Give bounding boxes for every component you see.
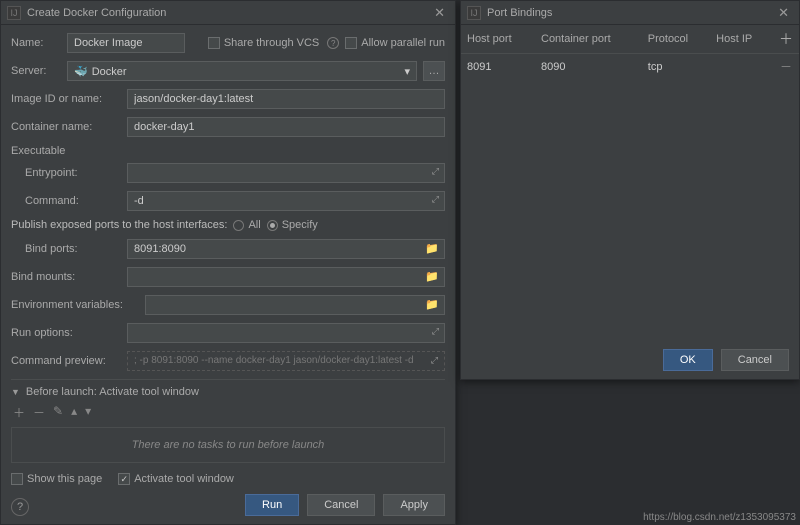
server-label: Server: <box>11 65 61 77</box>
command-label: Command: <box>25 195 121 207</box>
col-protocol[interactable]: Protocol <box>642 25 710 54</box>
delete-row-button[interactable]: － <box>780 60 792 74</box>
titlebar: IJ Port Bindings ✕ <box>461 1 799 25</box>
before-launch-toolbar: ＋ － ✎ ▴ ▾ <box>11 404 445 421</box>
allow-parallel-checkbox[interactable]: Allow parallel run <box>345 37 445 49</box>
add-task-button[interactable]: ＋ <box>13 404 25 421</box>
folder-icon[interactable]: 📁 <box>425 242 439 255</box>
apply-button[interactable]: Apply <box>383 494 445 516</box>
edit-task-button[interactable]: ✎ <box>53 404 63 421</box>
remove-task-button[interactable]: － <box>33 404 45 421</box>
env-vars-input[interactable] <box>145 295 445 315</box>
port-bindings-table: Host port Container port Protocol Host I… <box>461 25 799 79</box>
col-container-port[interactable]: Container port <box>535 25 642 54</box>
folder-icon[interactable]: 📁 <box>425 298 439 311</box>
publish-ports-label: Publish exposed ports to the host interf… <box>11 219 227 231</box>
server-select[interactable]: 🐳Docker ▾ <box>67 61 417 81</box>
app-icon: IJ <box>467 6 481 20</box>
run-options-input[interactable] <box>127 323 445 343</box>
watermark: https://blog.csdn.net/z1353095373 <box>643 512 796 523</box>
image-id-label: Image ID or name: <box>11 93 121 105</box>
folder-icon[interactable]: 📁 <box>425 270 439 283</box>
radio-specify[interactable]: Specify <box>267 219 318 231</box>
run-button[interactable]: Run <box>245 494 299 516</box>
table-row[interactable]: 8091 8090 tcp － <box>461 54 799 80</box>
app-icon: IJ <box>7 6 21 20</box>
chevron-down-icon: ▾ <box>404 65 410 78</box>
bind-mounts-input[interactable] <box>127 267 445 287</box>
docker-icon: 🐳 <box>74 66 88 78</box>
chevron-down-icon: ▼ <box>11 387 20 397</box>
close-icon[interactable]: ✕ <box>430 5 449 21</box>
name-input[interactable] <box>67 33 185 53</box>
show-this-page-checkbox[interactable]: Show this page <box>11 473 102 485</box>
expand-icon[interactable]: ⤢ <box>431 355 438 366</box>
col-host-ip[interactable]: Host IP <box>710 25 773 54</box>
container-name-input[interactable] <box>127 117 445 137</box>
name-label: Name: <box>11 37 61 49</box>
bind-mounts-label: Bind mounts: <box>11 271 121 283</box>
cancel-button[interactable]: Cancel <box>307 494 375 516</box>
move-down-button[interactable]: ▾ <box>85 404 91 421</box>
entrypoint-label: Entrypoint: <box>25 167 121 179</box>
before-launch-toggle[interactable]: ▼ Before launch: Activate tool window <box>11 386 445 398</box>
command-input[interactable] <box>127 191 445 211</box>
server-more-button[interactable]: … <box>423 61 445 81</box>
bind-ports-input[interactable] <box>127 239 445 259</box>
window-title: Create Docker Configuration <box>27 7 430 19</box>
help-button[interactable]: ? <box>11 498 29 516</box>
before-launch-empty: There are no tasks to run before launch <box>11 427 445 463</box>
image-id-input[interactable] <box>127 89 445 109</box>
create-docker-config-window: IJ Create Docker Configuration ✕ Name: S… <box>0 0 456 525</box>
command-preview: ; -p 8091:8090 --name docker-day1 jason/… <box>127 351 445 371</box>
help-icon[interactable]: ? <box>327 37 339 49</box>
move-up-button[interactable]: ▴ <box>71 404 77 421</box>
ok-button[interactable]: OK <box>663 349 713 371</box>
run-options-label: Run options: <box>11 327 121 339</box>
window-title: Port Bindings <box>487 7 774 19</box>
entrypoint-input[interactable] <box>127 163 445 183</box>
share-vcs-checkbox[interactable]: Share through VCS <box>208 37 319 49</box>
executable-section-title: Executable <box>11 145 445 157</box>
command-preview-label: Command preview: <box>11 355 121 367</box>
cancel-button[interactable]: Cancel <box>721 349 789 371</box>
close-icon[interactable]: ✕ <box>774 5 793 21</box>
radio-all[interactable]: All <box>233 219 260 231</box>
activate-tool-window-checkbox[interactable]: Activate tool window <box>118 473 234 485</box>
add-row-button[interactable]: ＋ <box>779 31 793 47</box>
env-vars-label: Environment variables: <box>11 299 139 311</box>
container-name-label: Container name: <box>11 121 121 133</box>
col-host-port[interactable]: Host port <box>461 25 535 54</box>
titlebar: IJ Create Docker Configuration ✕ <box>1 1 455 25</box>
port-bindings-window: IJ Port Bindings ✕ Host port Container p… <box>460 0 800 380</box>
bind-ports-label: Bind ports: <box>25 243 121 255</box>
